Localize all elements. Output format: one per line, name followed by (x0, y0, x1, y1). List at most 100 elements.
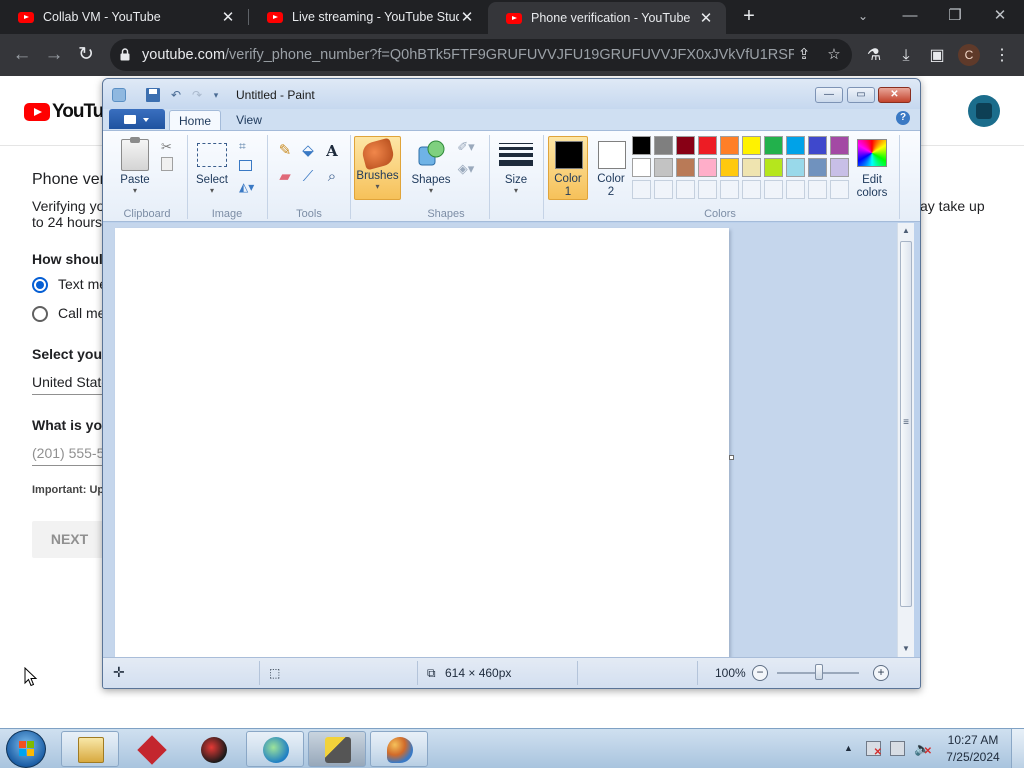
palette-custom-slot[interactable] (764, 180, 783, 199)
tab-view[interactable]: View (227, 110, 271, 131)
restore-button[interactable]: ❐ (935, 2, 975, 30)
action-center-icon[interactable]: ✕ (866, 741, 882, 758)
paint-minimize-button[interactable]: — (815, 87, 843, 103)
select-dropdown-arrow-icon[interactable]: ▾ (191, 186, 233, 195)
tab-live-streaming[interactable]: Live streaming - YouTube Studio ✕ (249, 0, 487, 34)
zoom-out-button[interactable]: − (752, 665, 768, 681)
taskbar-app-circle[interactable] (184, 731, 242, 767)
scroll-up-icon[interactable]: ▲ (898, 223, 914, 239)
size-dropdown-arrow-icon[interactable]: ▾ (495, 186, 537, 195)
palette-swatch[interactable] (808, 136, 827, 155)
close-window-button[interactable]: ✕ (980, 2, 1020, 30)
outline-icon[interactable]: ✐▾ (455, 136, 477, 158)
palette-custom-slot[interactable] (808, 180, 827, 199)
cut-icon[interactable]: ✂ (161, 139, 172, 155)
paint-titlebar[interactable]: ↶ ↷ ▾ Untitled - Paint — ▭ ✕ (103, 79, 920, 109)
save-icon[interactable] (146, 88, 160, 102)
magnifier-icon[interactable]: ⌕ (321, 166, 343, 188)
tab-home[interactable]: Home (169, 110, 221, 131)
palette-swatch[interactable] (808, 158, 827, 177)
reload-icon[interactable]: ↻ (72, 41, 100, 69)
url-text[interactable]: youtube.com/verify_phone_number?f=Q0hBTk… (142, 47, 794, 63)
rotate-icon[interactable]: ◭▾ (239, 180, 254, 194)
drawing-canvas[interactable] (115, 228, 729, 658)
close-tab-icon[interactable]: ✕ (220, 8, 236, 26)
color-picker-icon[interactable]: ⟋ (297, 166, 319, 188)
palette-custom-slot[interactable] (698, 180, 717, 199)
clock-date[interactable]: 7/25/2024 (944, 750, 1002, 764)
next-button[interactable]: NEXT (32, 521, 107, 558)
palette-custom-slot[interactable] (632, 180, 651, 199)
show-hidden-icons-icon[interactable]: ▲ (844, 743, 853, 753)
paint-maximize-button[interactable]: ▭ (847, 87, 875, 103)
palette-swatch[interactable] (698, 158, 717, 177)
select-icon[interactable] (197, 143, 227, 167)
palette-custom-slot[interactable] (830, 180, 849, 199)
text-tool-icon[interactable]: A (321, 140, 343, 162)
download-icon[interactable]: ⤓ (895, 45, 917, 67)
palette-swatch[interactable] (654, 158, 673, 177)
eraser-icon[interactable]: ▰ (274, 166, 296, 188)
palette-swatch[interactable] (764, 136, 783, 155)
clock-time[interactable]: 10:27 AM (944, 733, 1002, 747)
size-button[interactable]: Size (495, 174, 537, 186)
profile-avatar[interactable]: C (958, 44, 980, 66)
canvas-resize-handle[interactable] (729, 455, 734, 460)
palette-swatch[interactable] (698, 136, 717, 155)
palette-swatch[interactable] (786, 136, 805, 155)
fill-bucket-icon[interactable]: ⬙ (297, 140, 319, 162)
palette-swatch[interactable] (632, 136, 651, 155)
bookmark-star-icon[interactable]: ☆ (824, 45, 844, 65)
network-icon[interactable] (890, 741, 905, 756)
edit-colors-button[interactable]: Edit colors (851, 174, 893, 200)
taskbar-app-gear[interactable] (308, 731, 366, 767)
paint-close-button[interactable]: ✕ (878, 87, 911, 103)
crop-icon[interactable]: ⌗ (239, 139, 246, 154)
paint-window[interactable]: ↶ ↷ ▾ Untitled - Paint — ▭ ✕ Home View ?… (102, 78, 921, 689)
brushes-button[interactable]: Brushes ▾ (354, 136, 401, 200)
palette-swatch[interactable] (676, 158, 695, 177)
text-me-label[interactable]: Text me (58, 276, 107, 292)
palette-swatch[interactable] (720, 158, 739, 177)
paste-icon[interactable] (121, 137, 149, 171)
minimize-button[interactable]: — (890, 2, 930, 30)
palette-swatch[interactable] (632, 158, 651, 177)
chrome-menu-icon[interactable]: ⋮ (991, 45, 1013, 67)
volume-muted-icon[interactable]: 🔈 ✕ (914, 741, 932, 757)
palette-swatch[interactable] (654, 136, 673, 155)
palette-custom-slot[interactable] (654, 180, 673, 199)
taskbar-file-explorer[interactable] (61, 731, 119, 767)
show-desktop-button[interactable] (1011, 729, 1024, 768)
shapes-dropdown-arrow-icon[interactable]: ▾ (409, 186, 453, 195)
customize-toolbar-icon[interactable]: ▾ (209, 88, 223, 102)
call-me-label[interactable]: Call me (58, 305, 105, 321)
palette-swatch[interactable] (830, 136, 849, 155)
zoom-in-button[interactable]: + (873, 665, 889, 681)
paint-app-icon[interactable] (112, 88, 126, 102)
tab-search-icon[interactable]: ⌄ (843, 2, 883, 30)
shapes-button[interactable]: Shapes (409, 174, 453, 186)
zoom-slider-thumb[interactable] (815, 664, 823, 680)
tab-phone-verification[interactable]: Phone verification - YouTube ✕ (488, 2, 726, 34)
close-tab-icon[interactable]: ✕ (698, 9, 714, 27)
undo-icon[interactable]: ↶ (169, 88, 183, 102)
paint-file-menu-button[interactable] (109, 109, 165, 129)
paste-dropdown-arrow-icon[interactable]: ▾ (117, 186, 153, 195)
tab-collab-vm[interactable]: Collab VM - YouTube ✕ (0, 0, 248, 34)
vertical-scrollbar[interactable]: ▲ ≡ ▼ (897, 223, 914, 657)
paste-button[interactable]: Paste (117, 174, 153, 186)
shapes-icon[interactable] (417, 139, 445, 167)
palette-custom-slot[interactable] (786, 180, 805, 199)
address-bar[interactable]: youtube.com/verify_phone_number?f=Q0hBTk… (110, 39, 852, 71)
side-panel-icon[interactable]: ▣ (926, 45, 948, 67)
share-icon[interactable]: ⇪ (794, 45, 814, 65)
palette-swatch[interactable] (676, 136, 695, 155)
close-tab-icon[interactable]: ✕ (459, 8, 475, 26)
palette-custom-slot[interactable] (742, 180, 761, 199)
palette-swatch[interactable] (742, 158, 761, 177)
fill-icon[interactable]: ◈▾ (455, 158, 477, 180)
palette-swatch[interactable] (742, 136, 761, 155)
color-2-button[interactable]: Color 2 (591, 136, 631, 200)
call-me-radio[interactable] (32, 306, 48, 322)
copy-icon[interactable] (161, 157, 173, 171)
